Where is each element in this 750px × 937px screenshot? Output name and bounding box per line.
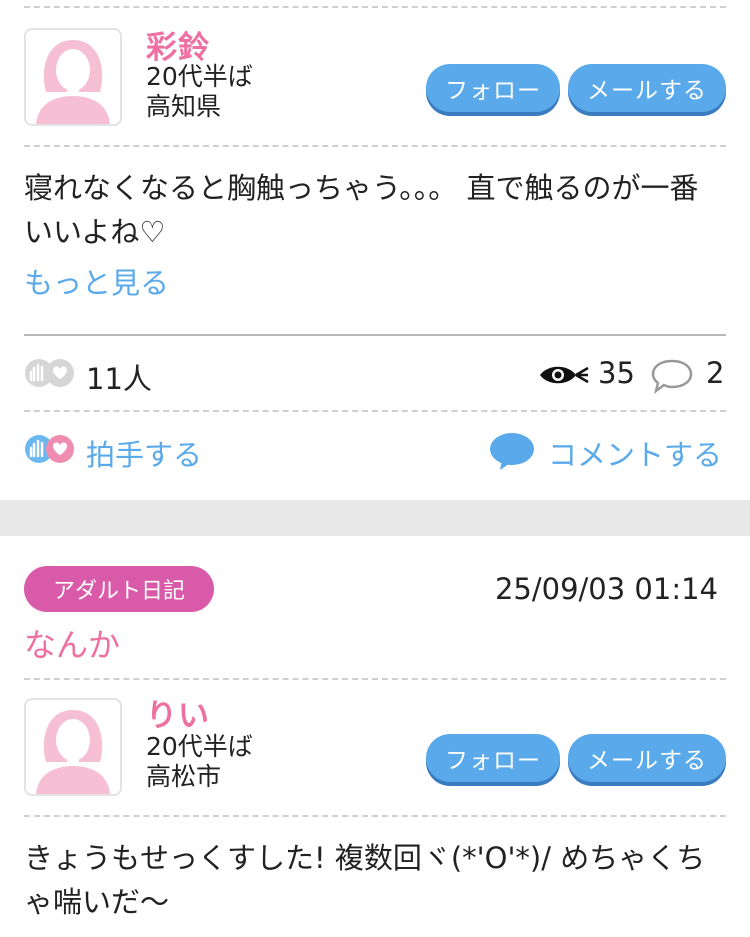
user-location: 高知県: [146, 92, 222, 121]
user-name[interactable]: りい: [146, 690, 210, 735]
post-body: 寝れなくなると胸触っちゃう。。。 直で触るのが一番いいよね♡: [24, 171, 699, 249]
divider: [24, 815, 726, 817]
section-gap: [0, 500, 750, 536]
clap-count: 11人: [86, 362, 152, 396]
comment-button[interactable]: コメントする: [548, 432, 722, 474]
speech-bubble-icon: [650, 358, 694, 398]
section-divider: [24, 334, 726, 336]
post-date: 25/09/03 01:14: [494, 572, 718, 606]
eye-icon: [538, 362, 590, 392]
post-title[interactable]: なんか: [24, 620, 120, 666]
top-divider: [24, 6, 726, 8]
user-age: 20代半ば: [146, 62, 253, 91]
read-more-link[interactable]: もっと見る: [24, 260, 169, 302]
divider: [24, 410, 726, 412]
avatar[interactable]: [24, 698, 122, 796]
avatar-silhouette-icon: [36, 40, 110, 124]
view-count: 35: [598, 356, 635, 390]
send-mail-button[interactable]: メールする: [568, 64, 726, 112]
clap-count-icon: [24, 358, 76, 392]
avatar[interactable]: [24, 28, 122, 126]
avatar-silhouette-icon: [36, 710, 110, 794]
divider: [24, 678, 726, 680]
category-badge[interactable]: アダルト日記: [24, 566, 214, 612]
send-mail-button[interactable]: メールする: [568, 734, 726, 782]
divider: [24, 145, 726, 147]
comment-count: 2: [706, 356, 725, 390]
clap-button[interactable]: 拍手する: [86, 432, 202, 474]
user-name[interactable]: 彩鈴: [146, 22, 210, 67]
follow-button[interactable]: フォロー: [426, 64, 560, 112]
comment-icon[interactable]: [488, 430, 536, 476]
user-age: 20代半ば: [146, 732, 253, 761]
user-location: 高松市: [146, 762, 222, 791]
clap-icon[interactable]: [24, 434, 76, 468]
follow-button[interactable]: フォロー: [426, 734, 560, 782]
post-body: きょうもせっくすした! 複数回ヾ(*'O'*)/ めちゃくちゃ喘いだ〜: [24, 841, 706, 919]
